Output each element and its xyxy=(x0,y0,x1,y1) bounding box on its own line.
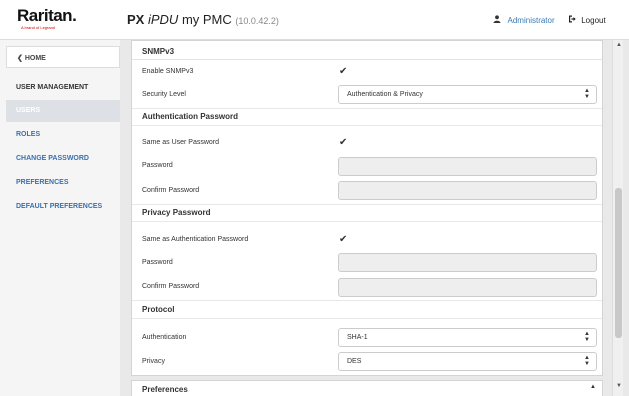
divider xyxy=(132,318,602,319)
logo-tagline: A brand of Legrand xyxy=(21,25,56,30)
privacy-protocol-label: Privacy xyxy=(142,358,165,365)
scroll-thumb[interactable] xyxy=(615,188,622,338)
top-header: Raritan. A brand of Legrand PX iPDU my P… xyxy=(0,0,629,40)
priv-confirm-password-label: Confirm Password xyxy=(142,283,200,290)
auth-password-section-title: Authentication Password xyxy=(142,112,239,121)
device-model: iPDU xyxy=(147,12,179,27)
select-arrows-icon: ▲ ▼ xyxy=(584,88,590,100)
security-level-value: Authentication & Privacy xyxy=(347,91,423,98)
sidebar-item-preferences[interactable]: PREFERENCES xyxy=(6,172,120,194)
enable-snmpv3-label: Enable SNMPv3 xyxy=(142,68,194,75)
sidebar-item-change-password[interactable]: CHANGE PASSWORD xyxy=(6,148,120,170)
chevron-up-icon: ▲ xyxy=(590,384,596,390)
divider xyxy=(132,300,602,301)
logout-button[interactable]: Logout xyxy=(568,15,606,25)
logo-text: Raritan. xyxy=(17,6,77,25)
priv-password-field[interactable] xyxy=(338,253,597,272)
divider xyxy=(132,221,602,222)
sidebar-item-label: USERS xyxy=(16,107,41,114)
priv-same-as-auth-label: Same as Authentication Password xyxy=(142,236,249,243)
select-arrows-icon: ▲ ▼ xyxy=(584,331,590,343)
preferences-panel-title: Preferences xyxy=(142,385,188,394)
security-level-label: Security Level xyxy=(142,91,186,98)
main-content: SNMPv3 Enable SNMPv3 ✔ Security Level Au… xyxy=(120,40,629,396)
vertical-scrollbar[interactable]: ▲ ▼ xyxy=(612,40,623,396)
scroll-up-icon[interactable]: ▲ xyxy=(616,42,622,48)
auth-confirm-password-field[interactable] xyxy=(338,181,597,200)
preferences-panel-header[interactable]: Preferences ▲ xyxy=(131,380,603,396)
privacy-password-section-title: Privacy Password xyxy=(142,208,211,217)
scroll-down-icon[interactable]: ▼ xyxy=(616,383,622,389)
divider xyxy=(132,204,602,205)
sidebar-item-label: ROLES xyxy=(16,131,41,138)
authentication-protocol-label: Authentication xyxy=(142,334,187,341)
logout-label: Logout xyxy=(581,16,606,25)
enable-snmpv3-checkbox[interactable]: ✔ xyxy=(339,67,349,77)
security-level-select[interactable]: Authentication & Privacy ▲ ▼ xyxy=(338,85,597,104)
sidebar-item-roles[interactable]: ROLES xyxy=(6,124,120,146)
auth-confirm-password-label: Confirm Password xyxy=(142,187,200,194)
priv-confirm-password-field[interactable] xyxy=(338,278,597,297)
divider xyxy=(132,125,602,126)
device-name: my PMC xyxy=(181,12,232,27)
auth-same-as-user-checkbox[interactable]: ✔ xyxy=(339,138,349,148)
device-title: PX iPDU my PMC (10.0.42.2) xyxy=(127,12,279,27)
auth-password-label: Password xyxy=(142,162,173,169)
panel-title: SNMPv3 xyxy=(142,47,175,56)
user-icon xyxy=(493,15,504,25)
priv-password-label: Password xyxy=(142,259,173,266)
select-arrows-icon: ▲ ▼ xyxy=(584,355,590,367)
privacy-protocol-select[interactable]: DES ▲ ▼ xyxy=(338,352,597,371)
privacy-protocol-value: DES xyxy=(347,358,362,365)
divider xyxy=(132,108,602,109)
sidebar-section-title: USER MANAGEMENT xyxy=(16,84,89,91)
device-ip: (10.0.42.2) xyxy=(235,16,279,26)
home-label: HOME xyxy=(24,55,46,62)
auth-password-field[interactable] xyxy=(338,157,597,176)
sidebar-item-label: DEFAULT PREFERENCES xyxy=(16,203,103,210)
sidebar-item-label: PREFERENCES xyxy=(16,179,69,186)
priv-same-as-auth-checkbox[interactable]: ✔ xyxy=(339,235,349,245)
authentication-protocol-value: SHA-1 xyxy=(347,334,368,341)
device-prefix: PX xyxy=(127,12,145,27)
divider xyxy=(132,59,602,60)
chevron-left-icon: ❮ xyxy=(17,55,23,62)
sidebar-item-users[interactable]: USERS xyxy=(6,100,120,122)
authentication-protocol-select[interactable]: SHA-1 ▲ ▼ xyxy=(338,328,597,347)
auth-same-as-user-label: Same as User Password xyxy=(142,139,220,146)
sidebar-item-default-preferences[interactable]: DEFAULT PREFERENCES xyxy=(6,196,120,218)
user-menu[interactable]: Administrator xyxy=(493,15,555,25)
sidebar-item-label: CHANGE PASSWORD xyxy=(16,155,89,162)
home-button[interactable]: ❮ HOME xyxy=(6,46,120,68)
protocol-section-title: Protocol xyxy=(142,305,175,314)
logout-icon xyxy=(568,15,578,25)
sidebar: ❮ HOME USER MANAGEMENT USERS ROLES CHANG… xyxy=(0,40,120,396)
snmpv3-panel: SNMPv3 Enable SNMPv3 ✔ Security Level Au… xyxy=(131,40,603,376)
user-name: Administrator xyxy=(507,16,555,25)
raritan-logo[interactable]: Raritan. A brand of Legrand xyxy=(17,6,77,31)
